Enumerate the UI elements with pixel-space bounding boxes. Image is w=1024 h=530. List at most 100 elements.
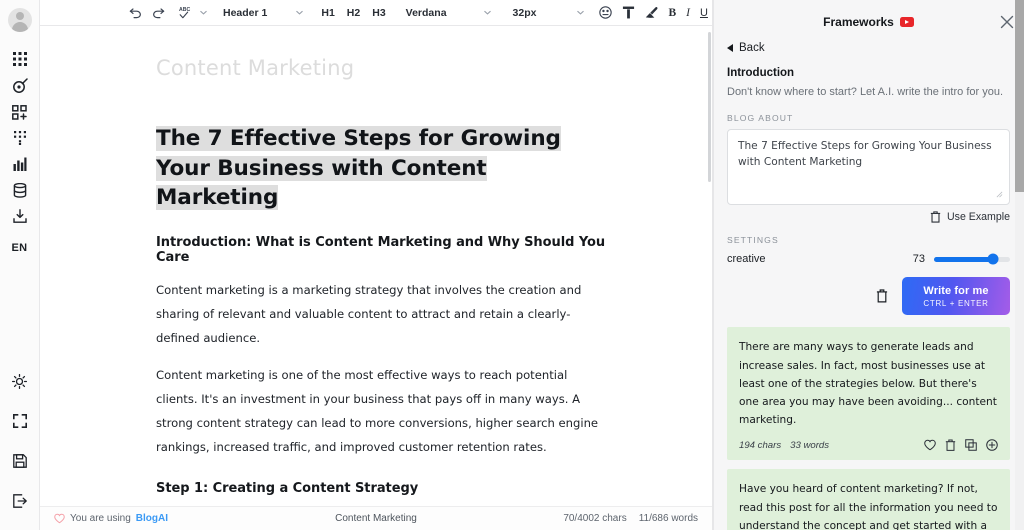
write-button-label: Write for me [923,284,989,297]
underline-icon[interactable]: U [695,2,712,24]
font-size-label[interactable]: 32px [507,7,543,19]
results-list: There are many ways to generate leads an… [727,327,1010,530]
document-title[interactable]: The 7 Effective Steps for Growing Your B… [156,124,612,213]
font-size-caret-icon[interactable] [542,2,590,24]
font-family-label[interactable]: Verdana [400,7,453,19]
textarea-resize-grip[interactable] [996,191,1003,198]
heading-1-button[interactable]: H1 [315,7,340,19]
heading-3-button[interactable]: H3 [366,7,391,19]
add-module-icon[interactable] [7,99,33,125]
result-words: 33 words [790,439,830,451]
avatar[interactable] [7,8,32,32]
left-sidebar: EN [0,0,40,530]
copy-icon[interactable] [965,439,977,452]
editor-scrollbar-thumb[interactable] [708,32,711,182]
write-for-me-button[interactable]: Write for me CTRL + ENTER [902,277,1010,316]
clear-trash-icon[interactable] [876,289,888,303]
document-watermark: Content Marketing [156,56,355,80]
heading-2-button[interactable]: H2 [341,7,366,19]
blog-about-label: BLOG ABOUT [727,113,794,124]
result-text: There are many ways to generate leads an… [739,341,997,427]
editor-column: ABC Header 1 H1 H2 H3 Verdana 32px B I U… [40,0,712,530]
action-row: Write for me CTRL + ENTER [727,277,1010,316]
result-card[interactable]: Have you heard of content marketing? If … [727,469,1010,530]
highlighter-icon[interactable] [640,2,663,24]
panel-body: Back Introduction Don't know where to st… [713,36,1024,530]
block-style-label[interactable]: Header 1 [217,7,273,19]
panel-scrollbar-thumb[interactable] [1015,0,1024,192]
panel-scrollbar[interactable] [1015,0,1024,530]
status-brand[interactable]: BlogAI [136,513,168,524]
slider-thumb[interactable] [987,253,999,265]
trash-icon[interactable] [945,439,956,452]
redo-icon[interactable] [147,2,170,24]
status-bar: You are using BlogAI Content Marketing 7… [40,506,712,530]
setting-value: 73 [912,253,925,266]
back-label: Back [739,42,765,54]
document-heading-intro[interactable]: Introduction: What is Content Marketing … [156,235,612,265]
section-subtitle: Don't know where to start? Let A.I. writ… [727,86,1004,98]
undo-icon[interactable] [124,2,147,24]
heart-icon[interactable] [924,439,936,451]
result-meta: 194 chars 33 words [739,440,829,451]
download-icon[interactable] [7,203,33,229]
italic-icon[interactable]: I [681,2,695,24]
document-title-text: The 7 Effective Steps for Growing Your B… [156,126,561,211]
use-example-button[interactable]: Use Example [727,211,1010,223]
fullscreen-icon[interactable] [7,408,33,434]
slider-fill [934,256,994,262]
block-style-caret-icon[interactable] [273,2,309,24]
result-text: Have you heard of content marketing? If … [739,483,998,530]
save-icon[interactable] [7,448,33,474]
bar-chart-icon[interactable] [7,151,33,177]
format-clear-icon[interactable] [617,2,640,24]
status-words: 11/686 words [638,513,698,524]
svg-text:ABC: ABC [179,7,190,13]
dots-sparkle-icon[interactable] [7,125,33,151]
result-chars: 194 chars [739,439,782,451]
editor-toolbar: ABC Header 1 H1 H2 H3 Verdana 32px B I U [40,0,712,26]
creative-slider[interactable] [934,253,1010,265]
back-button[interactable]: Back [727,42,1010,54]
language-selector[interactable]: EN [12,242,28,254]
spellcheck-icon[interactable]: ABC [170,2,198,24]
spellcheck-dropdown-caret-icon[interactable] [198,2,211,24]
write-button-shortcut: CTRL + ENTER [923,298,989,308]
logout-icon[interactable] [7,488,33,514]
creative-setting-row: creative 73 [727,253,1010,265]
setting-name: creative [727,253,766,266]
document-heading-step1[interactable]: Step 1: Creating a Content Strategy [156,481,612,496]
comet-icon[interactable] [7,73,33,99]
status-chars: 70/4002 chars [563,513,627,524]
panel-divider [713,0,714,530]
bold-icon[interactable]: B [663,2,681,24]
document-paragraph[interactable]: Content marketing is a marketing strateg… [156,279,612,350]
result-actions [924,439,998,452]
database-icon[interactable] [7,177,33,203]
panel-title-text: Frameworks [823,15,894,29]
close-icon[interactable] [998,13,1016,31]
status-using-text: You are using [70,513,131,524]
result-footer: 194 chars 33 words [739,439,998,452]
status-left: You are using BlogAI [54,513,168,524]
app-root: EN ABC Header 1 H1 H2 H3 Verdana 32px B … [0,0,1024,530]
youtube-icon[interactable] [899,17,914,27]
font-family-caret-icon[interactable] [453,2,497,24]
document-paragraph[interactable]: Content marketing is one of the most eff… [156,364,612,459]
insert-icon[interactable] [986,439,998,452]
result-card[interactable]: There are many ways to generate leads an… [727,327,1010,461]
panel-header: Frameworks [713,8,1024,36]
status-counts: 70/4002 chars 11/686 words [563,513,698,524]
brightness-icon[interactable] [7,368,33,394]
settings-label: SETTINGS [727,235,779,246]
section-title: Introduction [727,67,795,79]
panel-title: Frameworks [823,15,914,29]
trash-icon [930,211,941,223]
document-body[interactable]: Content Marketing The 7 Effective Steps … [40,26,712,530]
blog-about-input[interactable]: The 7 Effective Steps for Growing Your B… [727,129,1010,206]
apps-grid-icon[interactable] [7,46,33,72]
document-scroll-area[interactable]: Content Marketing The 7 Effective Steps … [40,26,712,530]
emoji-icon[interactable] [590,2,617,24]
use-example-label: Use Example [947,211,1010,224]
